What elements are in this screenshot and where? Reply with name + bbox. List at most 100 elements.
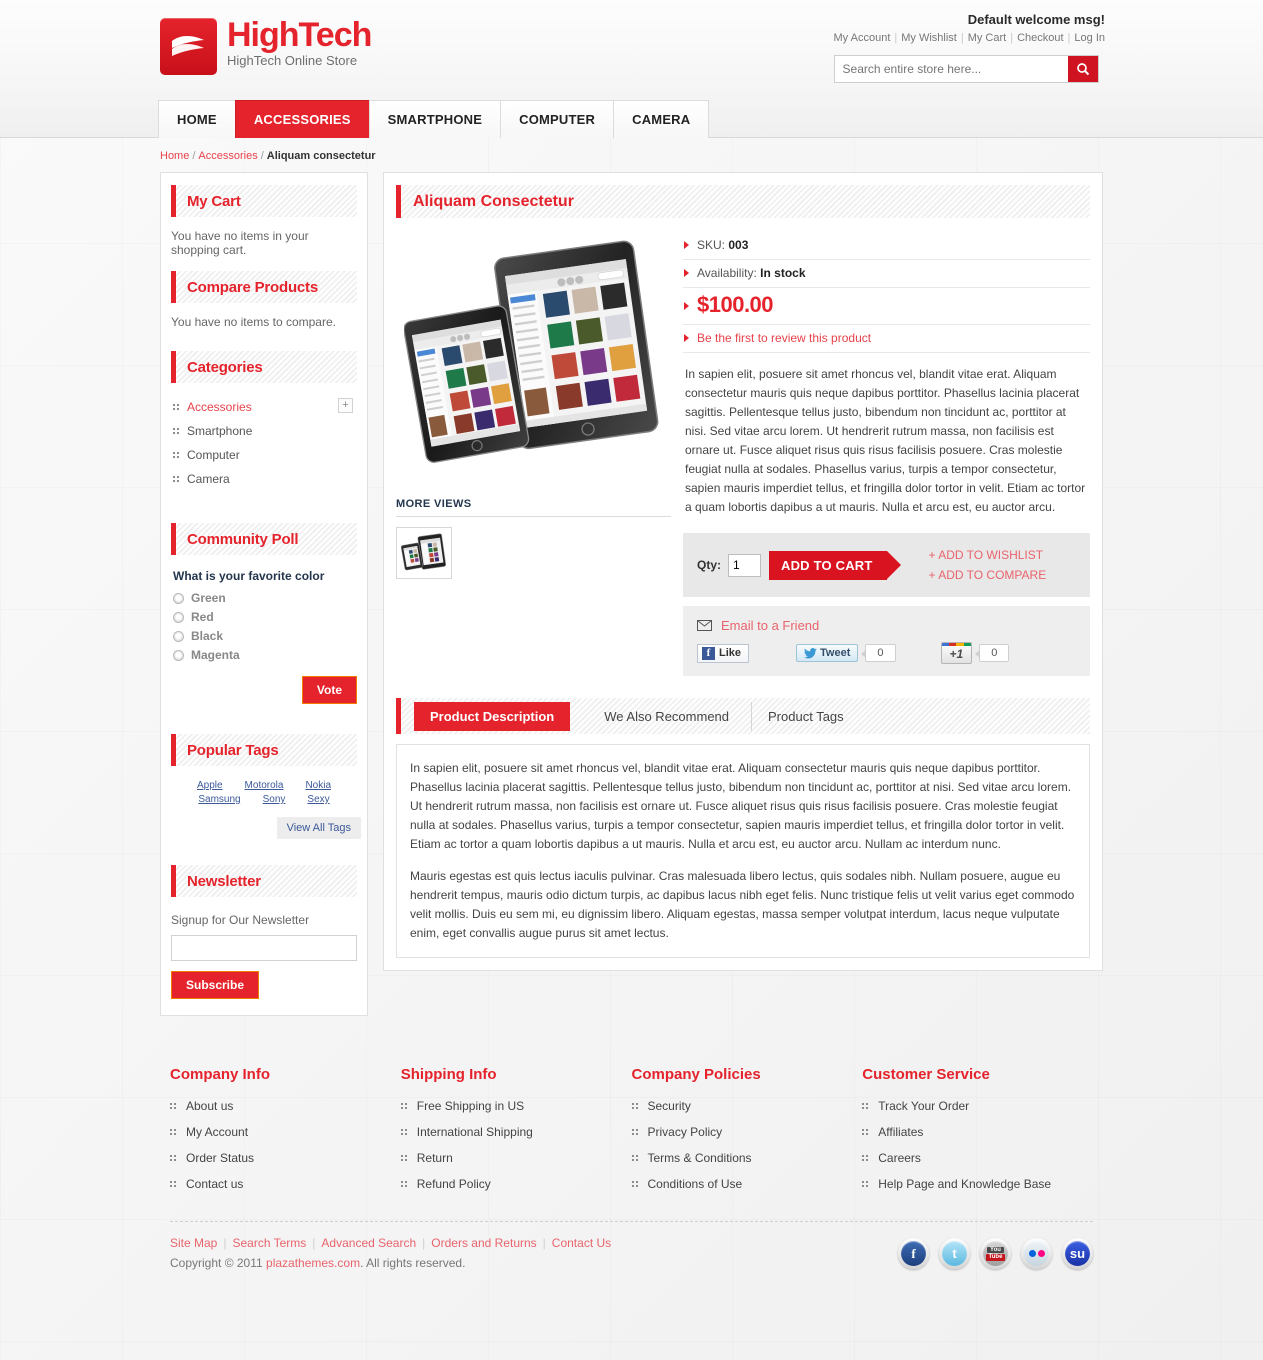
category-expand-button[interactable]: +: [338, 398, 353, 413]
view-all-tags-button[interactable]: View All Tags: [276, 817, 361, 839]
nav-item-smartphone[interactable]: SMARTPHONE: [368, 100, 502, 138]
footer-link-item[interactable]: Affiliates: [862, 1125, 1093, 1151]
footer-link-item[interactable]: My Account: [170, 1125, 401, 1151]
footer-link-item[interactable]: Refund Policy: [400, 1177, 632, 1203]
top-link-log-in[interactable]: Log In: [1074, 32, 1105, 44]
sidebar-item-accessories[interactable]: Accessories +: [171, 395, 357, 419]
qty-input[interactable]: [728, 553, 761, 577]
footer-column-title: Customer Service: [862, 1066, 990, 1083]
footer-link-item[interactable]: Track Your Order: [862, 1099, 1093, 1125]
footer-link-label: My Account: [186, 1125, 249, 1139]
search-input[interactable]: [834, 56, 1068, 82]
footer-link-item[interactable]: Return: [400, 1151, 632, 1177]
nav-item-accessories[interactable]: ACCESSORIES: [234, 100, 370, 138]
footer-link-item[interactable]: Privacy Policy: [631, 1125, 863, 1151]
tag-motorola[interactable]: Motorola: [245, 780, 284, 791]
newsletter-email-input[interactable]: [171, 935, 357, 961]
search-button[interactable]: [1067, 56, 1098, 82]
sidebar-item-computer[interactable]: Computer: [171, 443, 357, 467]
stumbleupon-icon[interactable]: su: [1062, 1238, 1093, 1269]
footer-column-title: Shipping Info: [400, 1066, 497, 1083]
poll-option-label: Magenta: [191, 648, 240, 662]
top-link-my-cart[interactable]: My Cart: [968, 32, 1007, 44]
radio-icon[interactable]: [173, 611, 184, 623]
product-price: $100.00: [697, 292, 774, 317]
radio-icon[interactable]: [173, 630, 184, 642]
product-thumbnail-1[interactable]: [396, 527, 452, 579]
footer-link-site-map[interactable]: Site Map: [170, 1236, 217, 1250]
breadcrumb-home[interactable]: Home: [160, 150, 189, 162]
email-to-friend-link[interactable]: Email to a Friend: [721, 618, 819, 633]
logo-subtitle: HighTech Online Store: [227, 53, 358, 68]
facebook-icon[interactable]: f: [898, 1238, 929, 1269]
categories-body: Accessories + Smartphone Computer Camera: [161, 383, 367, 493]
poll-option-label: Green: [191, 591, 226, 605]
sidebar: My Cart You have no items in your shoppi…: [160, 172, 368, 1016]
add-to-wishlist-link[interactable]: + ADD TO WISHLIST: [929, 545, 1047, 565]
nav-item-computer[interactable]: COMPUTER: [500, 100, 615, 138]
nav-item-home[interactable]: HOME: [158, 100, 236, 138]
site-logo[interactable]: HighTech HighTech Online Store: [160, 16, 372, 75]
subscribe-button[interactable]: Subscribe: [171, 971, 260, 999]
footer-link-label: Privacy Policy: [647, 1125, 723, 1139]
bullet-icon: [400, 1129, 407, 1135]
footer-link-item[interactable]: Help Page and Knowledge Base: [862, 1177, 1093, 1203]
tag-nokia[interactable]: Nokia: [305, 780, 331, 791]
add-to-compare-link[interactable]: + ADD TO COMPARE: [929, 565, 1047, 585]
footer-link-label: Refund Policy: [416, 1177, 491, 1191]
radio-icon[interactable]: [173, 649, 184, 661]
copyright-link[interactable]: plazathemes.com: [266, 1256, 360, 1270]
footer-link-item[interactable]: Security: [631, 1099, 863, 1125]
tag-apple[interactable]: Apple: [197, 780, 223, 791]
poll-option-magenta[interactable]: Magenta: [173, 648, 357, 662]
tag-sexy[interactable]: Sexy: [307, 794, 329, 805]
tab-product-description[interactable]: Product Description: [414, 701, 571, 731]
footer-link-contact-us[interactable]: Contact Us: [552, 1236, 611, 1250]
sidebar-item-camera[interactable]: Camera: [171, 467, 357, 491]
tags-row-1: Apple Motorola Nokia: [167, 780, 361, 791]
poll-option-red[interactable]: Red: [173, 610, 357, 624]
footer-link-item[interactable]: Conditions of Use: [631, 1177, 863, 1203]
footer-link-item[interactable]: International Shipping: [400, 1125, 632, 1151]
youtube-icon[interactable]: You Tube: [980, 1238, 1011, 1269]
tweet-button[interactable]: Tweet: [796, 644, 859, 662]
footer-link-item[interactable]: Order Status: [170, 1151, 401, 1177]
tab-we-also-recommend[interactable]: We Also Recommend: [588, 702, 745, 731]
top-link-my-wishlist[interactable]: My Wishlist: [901, 32, 957, 44]
facebook-icon: f: [702, 646, 715, 660]
footer-link-item[interactable]: Contact us: [170, 1177, 401, 1203]
footer-link-item[interactable]: Careers: [862, 1151, 1093, 1177]
footer-link-search-terms[interactable]: Search Terms: [232, 1236, 306, 1250]
tag-sony[interactable]: Sony: [263, 794, 286, 805]
footer-link-item[interactable]: Free Shipping in US: [400, 1099, 632, 1125]
flickr-icon[interactable]: [1021, 1238, 1052, 1269]
sidebar-item-smartphone[interactable]: Smartphone: [171, 419, 357, 443]
footer-link-orders-and-returns[interactable]: Orders and Returns: [431, 1236, 536, 1250]
breadcrumb-category[interactable]: Accessories: [198, 150, 257, 162]
tab-product-tags[interactable]: Product Tags: [751, 701, 860, 731]
google-plus-one-button[interactable]: +1: [940, 642, 973, 664]
poll-option-black[interactable]: Black: [173, 629, 357, 643]
footer-link-item[interactable]: Terms & Conditions: [631, 1151, 863, 1177]
community-poll-body: What is your favorite color Green Red Bl…: [161, 555, 367, 706]
top-link-my-account[interactable]: My Account: [834, 32, 891, 44]
newsletter-title: Newsletter: [187, 872, 261, 890]
vote-button[interactable]: Vote: [301, 676, 357, 704]
radio-icon[interactable]: [173, 592, 184, 604]
product-main-image[interactable]: [396, 232, 667, 484]
twitter-icon[interactable]: t: [939, 1238, 970, 1269]
envelope-icon: [697, 620, 712, 631]
product-details: SKU: 003 Availability: In stock $100.00: [683, 232, 1090, 676]
footer-column-company-info: Company Info About us My Account Order S…: [170, 1066, 401, 1203]
popular-tags-title: Popular Tags: [187, 741, 279, 759]
facebook-like-button[interactable]: f Like: [697, 643, 750, 663]
review-link[interactable]: Be the first to review this product: [697, 331, 871, 345]
breadcrumb-current: Aliquam consectetur: [266, 150, 376, 162]
poll-option-green[interactable]: Green: [173, 591, 357, 605]
add-to-cart-button[interactable]: ADD TO CART: [769, 550, 900, 580]
footer-link-advanced-search[interactable]: Advanced Search: [321, 1236, 416, 1250]
nav-item-camera[interactable]: CAMERA: [613, 100, 710, 138]
top-link-checkout[interactable]: Checkout: [1017, 32, 1063, 44]
tag-samsung[interactable]: Samsung: [198, 794, 240, 805]
footer-link-item[interactable]: About us: [170, 1099, 401, 1125]
